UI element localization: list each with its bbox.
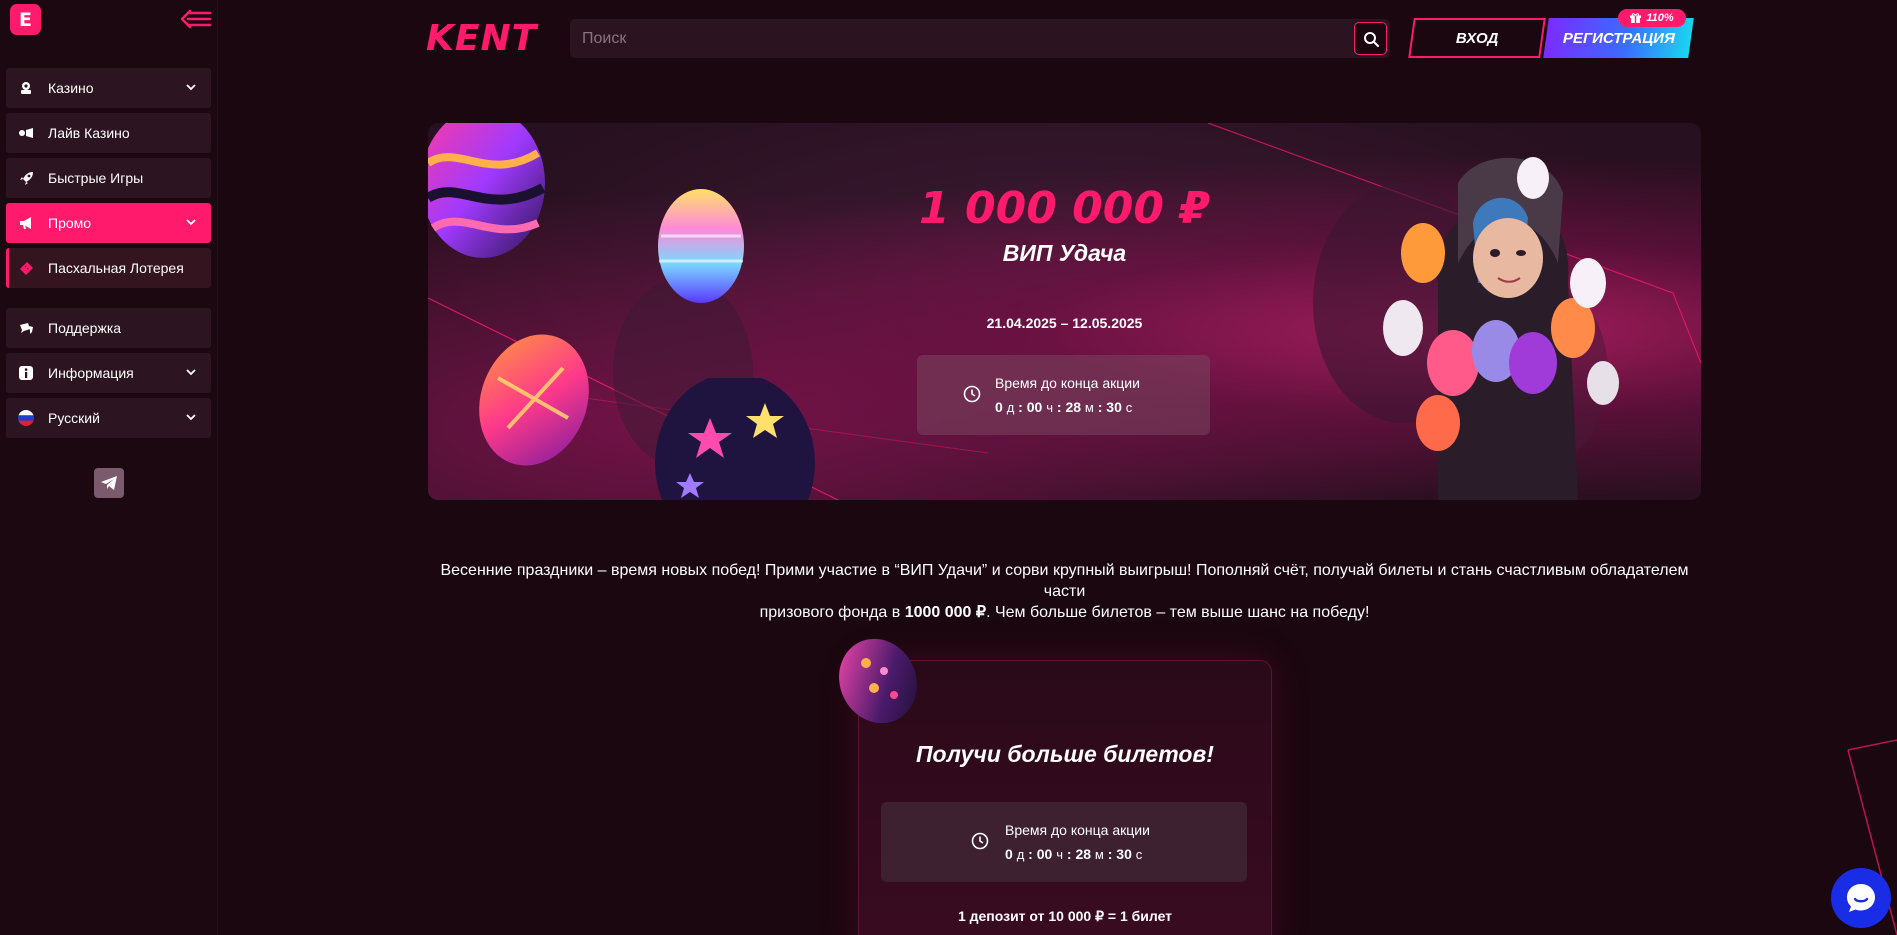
sidebar-top: E xyxy=(0,0,217,40)
chevron-down-icon xyxy=(186,84,196,91)
timer-days: 0 xyxy=(995,399,1003,415)
decorative-egg-card xyxy=(839,638,917,724)
sidebar-item-information[interactable]: Информация xyxy=(6,353,211,393)
megaphone-icon xyxy=(18,215,34,231)
clock-icon xyxy=(963,385,981,403)
chevron-down-icon xyxy=(186,219,196,226)
promo-description-line-2: призового фонда в 1000 000 ₽. Чем больше… xyxy=(428,602,1701,623)
sidebar-item-live-casino[interactable]: Лайв Казино xyxy=(6,113,211,153)
app-root: E Казино Лайв Казино Быстрые Игры Промо … xyxy=(0,0,1897,935)
timer-hours: 00 xyxy=(1026,399,1043,415)
sidebar-nav: Казино Лайв Казино Быстрые Игры Промо Па… xyxy=(6,68,211,443)
sidebar-item-label: Лайв Казино xyxy=(48,125,130,141)
description-suffix: . Чем больше билетов – тем выше шанс на … xyxy=(986,604,1370,621)
timer-days: 0 xyxy=(1005,846,1013,862)
decorative-egg-orange xyxy=(479,334,589,466)
rocket-icon xyxy=(18,170,34,186)
russia-flag-icon xyxy=(18,410,34,426)
timer-unit-days: д xyxy=(1006,400,1015,415)
sidebar-item-label: Информация xyxy=(48,365,134,381)
bonus-badge: 110% xyxy=(1618,9,1686,27)
info-icon xyxy=(18,365,34,381)
sidebar-item-casino[interactable]: Казино xyxy=(6,68,211,108)
live-chat-button[interactable] xyxy=(1831,868,1891,928)
timer-unit-hours: ч xyxy=(1046,400,1053,415)
brand-logo-icon[interactable]: E xyxy=(10,4,41,35)
banner-promo-name: ВИП Удача xyxy=(1002,240,1127,266)
timer-seconds: 30 xyxy=(1106,399,1122,415)
chevron-down-icon xyxy=(186,369,196,376)
gift-icon xyxy=(1630,12,1642,24)
site-logo[interactable]: KENT xyxy=(426,18,537,59)
promo-description: Весенние праздники – время новых побед! … xyxy=(428,560,1701,623)
timer-text: Время до конца акции 0 д : 00 ч : 28 м :… xyxy=(995,375,1140,415)
timer-value: 0 д : 00 ч : 28 м : 30 с xyxy=(995,399,1133,415)
sidebar-item-fast-games[interactable]: Быстрые Игры xyxy=(6,158,211,198)
chat-support-icon xyxy=(18,320,34,336)
timer-seconds: 30 xyxy=(1116,846,1132,862)
promo-banner: 1 000 000 ₽ ВИП Удача 21.04.2025 – 12.05… xyxy=(428,123,1701,500)
collapse-arrow-icon[interactable] xyxy=(180,8,212,30)
description-prefix: призового фонда в xyxy=(759,604,905,621)
register-button-label: РЕГИСТРАЦИЯ xyxy=(1562,29,1675,47)
search-input[interactable] xyxy=(570,19,1390,58)
search-icon xyxy=(1363,31,1379,47)
timer-label: Время до конца акции xyxy=(995,375,1140,391)
timer-value: 0 д : 00 ч : 28 м : 30 с xyxy=(1005,846,1143,862)
casino-chip-icon xyxy=(18,80,34,96)
sidebar-item-label: Поддержка xyxy=(48,320,122,336)
timer-minutes: 28 xyxy=(1065,399,1082,415)
timer-unit-days: д xyxy=(1016,847,1025,862)
timer-hours: 00 xyxy=(1036,846,1053,862)
sidebar-item-easter-lottery[interactable]: Пасхальная Лотерея xyxy=(6,248,211,288)
bonus-badge-label: 110% xyxy=(1646,12,1674,24)
timer-text: Время до конца акции 0 д : 00 ч : 28 м :… xyxy=(1005,822,1150,862)
sidebar: E Казино Лайв Казино Быстрые Игры Промо … xyxy=(0,0,218,935)
sidebar-item-promo[interactable]: Промо xyxy=(6,203,211,243)
timer-unit-minutes: м xyxy=(1084,400,1094,415)
search-button[interactable] xyxy=(1354,22,1387,55)
login-button-label: ВХОД xyxy=(1455,29,1499,47)
live-dealer-icon xyxy=(18,125,34,141)
tickets-card-timer: Время до конца акции 0 д : 00 ч : 28 м :… xyxy=(881,802,1247,882)
timer-label: Время до конца акции xyxy=(1005,822,1150,838)
timer-unit-seconds: с xyxy=(1135,847,1143,862)
login-button[interactable]: ВХОД xyxy=(1408,18,1546,58)
promo-description-line-1: Весенние праздники – время новых побед! … xyxy=(440,562,1689,600)
sidebar-item-support[interactable]: Поддержка xyxy=(6,308,211,348)
sidebar-item-language[interactable]: Русский xyxy=(6,398,211,438)
live-chat-icon xyxy=(1847,884,1875,912)
timer-unit-minutes: м xyxy=(1094,847,1104,862)
telegram-button[interactable] xyxy=(94,468,124,498)
sidebar-item-label: Быстрые Игры xyxy=(48,170,144,186)
ticket-icon xyxy=(18,260,34,276)
sidebar-item-label: Казино xyxy=(48,80,94,96)
clock-icon xyxy=(971,832,989,850)
sidebar-item-label: Русский xyxy=(48,410,100,426)
timer-minutes: 28 xyxy=(1075,846,1092,862)
description-amount: 1000 000 ₽ xyxy=(904,604,987,621)
banner-timer: Время до конца акции 0 д : 00 ч : 28 м :… xyxy=(917,355,1210,435)
telegram-icon xyxy=(101,476,117,490)
banner-prize: 1 000 000 ₽ xyxy=(919,183,1210,234)
sidebar-item-label: Пасхальная Лотерея xyxy=(48,260,184,276)
banner-dates: 21.04.2025 – 12.05.2025 xyxy=(986,315,1143,331)
timer-unit-seconds: с xyxy=(1125,400,1133,415)
decorative-egg-stars xyxy=(655,378,815,500)
timer-unit-hours: ч xyxy=(1056,847,1063,862)
chevron-down-icon xyxy=(186,414,196,421)
search-bar xyxy=(570,19,1390,58)
sidebar-item-label: Промо xyxy=(48,215,92,231)
tickets-card-title: Получи больше билетов! xyxy=(916,741,1214,767)
deposit-rule: 1 депозит от 10 000 ₽ = 1 билет xyxy=(957,908,1173,924)
